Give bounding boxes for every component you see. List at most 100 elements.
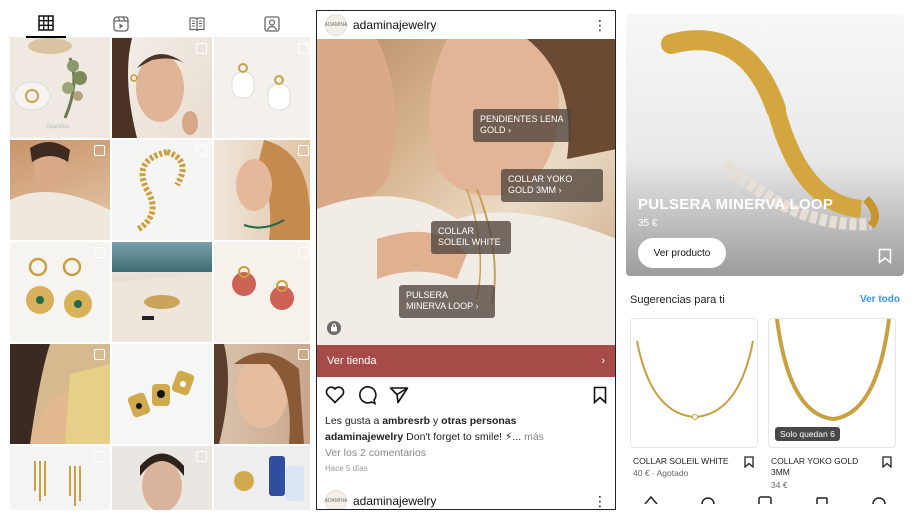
avatar[interactable]: ADAMINA <box>325 14 347 36</box>
shopping-bag-icon[interactable] <box>327 321 341 335</box>
next-post-header: ADAMINA adaminajewelry ⋮ <box>317 487 615 510</box>
likes-line: Les gusta a ambresrb y otras personas <box>325 413 607 429</box>
shopping-bag-icon <box>94 247 105 258</box>
bookmark-icon[interactable] <box>744 456 754 468</box>
grid-post-model-portrait[interactable] <box>112 446 212 510</box>
search-icon[interactable] <box>701 496 715 504</box>
stock-badge: Solo quedan 6 <box>775 427 840 441</box>
suggestion-price: 40 € · Agotado <box>633 468 689 478</box>
watermark-text: Sparkles <box>46 124 70 130</box>
grid-post-face[interactable] <box>214 344 310 444</box>
likes-others[interactable]: otras personas <box>441 415 516 427</box>
carousel-icon <box>94 349 105 360</box>
product-tag-label: PENDIENTES LENA GOLD <box>480 114 564 136</box>
bookmark-icon[interactable] <box>878 248 892 264</box>
suggestion-name[interactable]: COLLAR SOLEIL WHITE <box>633 456 743 467</box>
shopping-bag-icon <box>196 145 207 156</box>
likes-joiner: y <box>433 415 439 427</box>
avatar[interactable]: ADAMINA <box>324 490 348 509</box>
avatar-text: ADAMINA <box>324 498 348 504</box>
bookmark-icon[interactable] <box>882 456 892 468</box>
more-options-icon[interactable]: ⋮ <box>593 493 607 510</box>
guide-icon <box>189 16 205 31</box>
grid-post-hoops[interactable] <box>10 242 110 342</box>
tab-tagged[interactable] <box>252 10 292 38</box>
carousel-icon <box>298 145 309 156</box>
rings-image <box>127 370 195 418</box>
grid-post-model-hands[interactable] <box>10 140 110 240</box>
post-details: Les gusta a ambresrb y otras personas ad… <box>317 413 615 477</box>
caption-user[interactable]: adaminajewelry <box>325 431 403 443</box>
reels-icon <box>113 15 129 32</box>
likes-prefix: Les gusta a <box>325 415 380 427</box>
profile-image <box>236 140 310 240</box>
grid-post-portrait[interactable] <box>112 38 212 138</box>
reels-nav-icon[interactable] <box>758 496 772 504</box>
necklace-image <box>636 340 754 420</box>
view-product-button[interactable]: Ver producto <box>638 238 726 268</box>
tab-grid[interactable] <box>25 10 66 38</box>
grid-post-red-earrings[interactable] <box>214 242 310 342</box>
view-shop-label: Ver tienda <box>327 355 377 367</box>
product-tag-label: COLLAR YOKO GOLD 3MM <box>508 174 573 196</box>
suggestion-card[interactable] <box>630 318 758 448</box>
tab-reels[interactable] <box>101 10 141 38</box>
tab-guides[interactable] <box>177 10 217 38</box>
tagged-icon <box>264 15 280 32</box>
grid-post-profile[interactable] <box>214 140 310 240</box>
boat-image <box>112 274 212 342</box>
grid-post-boat[interactable] <box>112 242 212 342</box>
bracelet-image <box>661 30 879 231</box>
product-price: 35 € <box>638 218 658 229</box>
post-timestamp: Hace 5 días <box>325 464 368 473</box>
product-tag[interactable]: PULSERA MINERVA LOOP › <box>399 285 495 318</box>
post-grid: Sparkles <box>8 38 310 510</box>
grid-post-yellow-dress[interactable] <box>10 344 110 444</box>
see-all-link[interactable]: Ver todo <box>860 294 900 306</box>
post-actions <box>317 377 615 413</box>
grid-post-earrings[interactable] <box>214 38 310 138</box>
product-title: PULSERA MINERVA LOOP <box>638 196 834 213</box>
grid-post-chain[interactable] <box>112 140 212 240</box>
more-options-icon[interactable]: ⋮ <box>593 17 607 34</box>
shopping-bag-icon <box>298 43 309 54</box>
reel-icon <box>196 451 207 462</box>
post-username[interactable]: adaminajewelry <box>353 18 587 32</box>
view-comments-link[interactable]: Ver los 2 comentarios <box>325 445 607 461</box>
likes-user[interactable]: ambresrb <box>382 415 430 427</box>
suggestion-name[interactable]: COLLAR YOKO GOLD 3MM <box>771 456 871 478</box>
bookmark-icon[interactable] <box>593 386 607 404</box>
grid-post-products[interactable] <box>214 446 310 510</box>
grid-post-chandelier[interactable] <box>10 446 110 510</box>
next-post-username[interactable]: adaminajewelry <box>353 494 587 508</box>
avatar-text: ADAMINA <box>324 22 348 28</box>
view-shop-bar[interactable]: Ver tienda › <box>317 345 615 377</box>
post-photo[interactable]: PENDIENTES LENA GOLD › COLLAR YOKO GOLD … <box>317 39 615 345</box>
profile-tabbar <box>8 10 310 38</box>
profile-icon[interactable] <box>872 496 887 504</box>
product-hero[interactable]: PULSERA MINERVA LOOP 35 € Ver producto <box>626 14 904 276</box>
heart-icon[interactable] <box>325 386 345 404</box>
suggestions-header: Sugerencias para ti Ver todo <box>630 294 900 306</box>
shopping-bag-icon <box>94 145 105 156</box>
product-tag[interactable]: COLLAR YOKO GOLD 3MM › <box>501 169 603 202</box>
shopping-bag-icon <box>298 247 309 258</box>
profile-grid-screen: Sparkles <box>8 10 310 510</box>
suggestion-card[interactable]: Solo quedan 6 <box>768 318 896 448</box>
chevron-right-icon: › <box>601 355 605 367</box>
grid-post-rings[interactable] <box>112 344 212 444</box>
comment-icon[interactable] <box>357 385 377 405</box>
carousel-icon <box>298 349 309 360</box>
red-earrings-image <box>232 266 294 310</box>
product-tag[interactable]: PENDIENTES LENA GOLD › <box>473 109 571 142</box>
suggestion-price: 34 € <box>771 480 788 490</box>
shop-icon[interactable] <box>815 496 829 504</box>
caption-more-link[interactable]: más <box>524 431 544 443</box>
post-screen: ADAMINA adaminajewelry ⋮ PENDIENTES LENA… <box>316 10 616 510</box>
flatlay-image <box>13 38 87 119</box>
product-tag[interactable]: COLLAR SOLEIL WHITE <box>431 221 511 254</box>
share-icon[interactable] <box>389 386 409 404</box>
home-icon[interactable] <box>644 496 658 504</box>
grid-post-flatlay[interactable]: Sparkles <box>10 38 110 138</box>
caption-text: Don't forget to smile! ⚡... <box>406 431 522 443</box>
